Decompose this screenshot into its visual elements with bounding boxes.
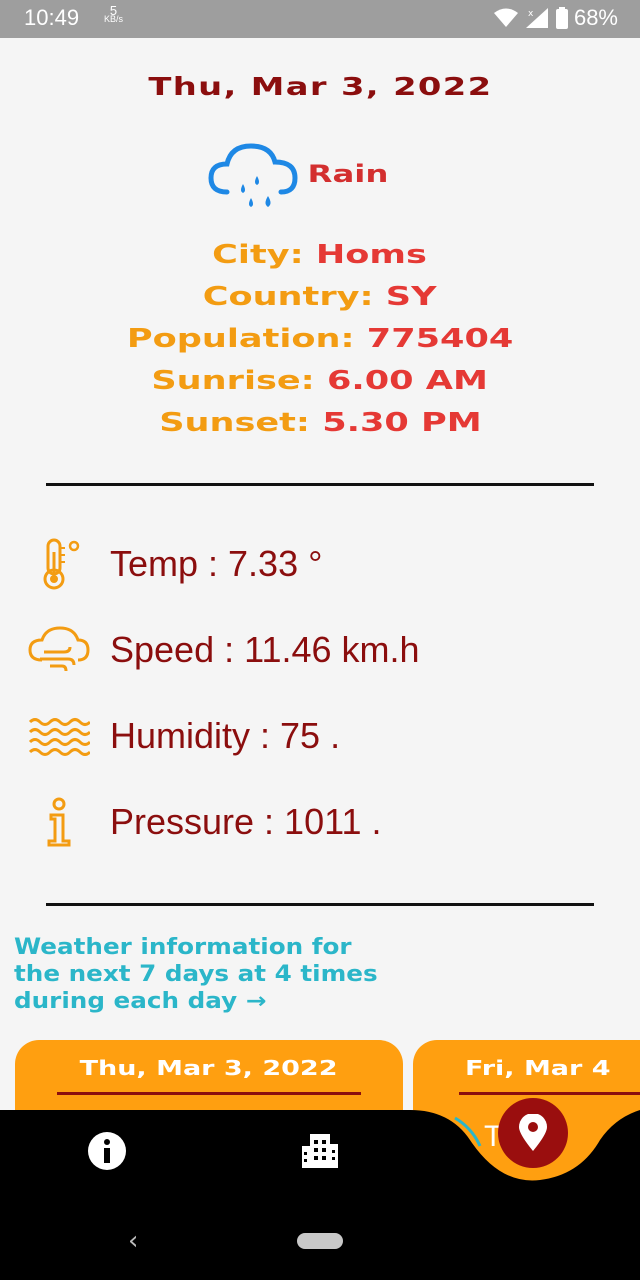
date-title: Thu, Mar 3, 2022 xyxy=(148,72,492,101)
card-divider xyxy=(57,1092,361,1095)
nav-city-button[interactable] xyxy=(300,1130,340,1170)
divider xyxy=(46,483,594,486)
battery-icon xyxy=(555,7,568,29)
divider xyxy=(46,903,594,906)
cloud-rain-icon xyxy=(208,143,298,207)
signal-icon: x xyxy=(525,8,548,28)
system-home-pill[interactable] xyxy=(297,1233,343,1249)
forecast-link[interactable]: Weather information for the next 7 days … xyxy=(14,934,640,1015)
country-row: Country: SY xyxy=(203,282,437,312)
info-icon xyxy=(104,1139,110,1163)
battery-percent: 68% xyxy=(573,5,618,30)
weather-condition xyxy=(205,140,301,215)
card-divider xyxy=(459,1092,640,1095)
sunset-row: Sunset: 5.30 PM xyxy=(158,408,482,438)
condition-label: Rain xyxy=(307,160,389,188)
nav-info-button[interactable] xyxy=(88,1132,126,1170)
network-speed: 5 KB/s xyxy=(104,3,124,24)
status-icons: x 68% xyxy=(493,5,618,31)
city-row: City: Homs xyxy=(212,240,428,270)
svg-text:x: x xyxy=(528,9,534,19)
status-bar: 10:49 5 KB/s x 68% xyxy=(0,0,640,38)
city-icon xyxy=(302,1134,338,1168)
location-fab[interactable] xyxy=(498,1098,568,1168)
wifi-icon xyxy=(493,8,518,27)
sunrise-row: Sunrise: 6.00 AM xyxy=(151,366,489,396)
population-row: Population: 775404 xyxy=(126,324,514,354)
temp-row: Temp : 7.33 ° xyxy=(28,534,323,594)
speed-row: Speed : 11.46 km.h xyxy=(28,620,420,680)
pressure-row: Pressure : 1011 . xyxy=(28,792,381,852)
humidity-row: Humidity : 75 . xyxy=(28,706,340,766)
humidity-waves-icon xyxy=(28,718,90,756)
thermometer-icon xyxy=(43,538,80,590)
location-pin-icon xyxy=(519,1114,547,1151)
wind-icon xyxy=(28,626,90,672)
info-icon xyxy=(47,797,71,847)
status-time: 10:49 xyxy=(24,5,80,30)
system-back-button[interactable]: ‹ xyxy=(128,1226,138,1256)
